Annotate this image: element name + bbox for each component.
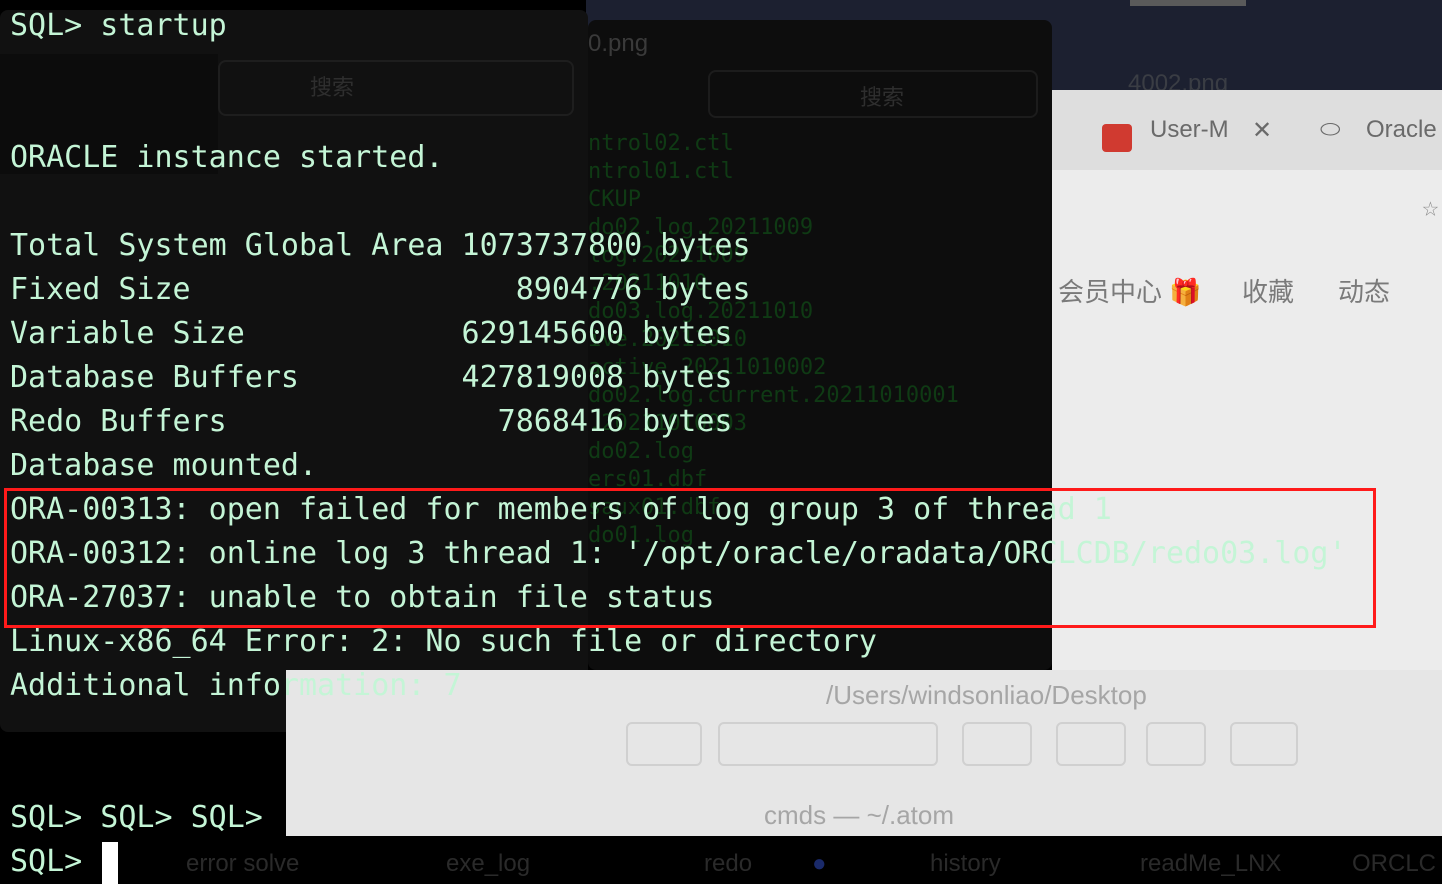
sga-redo-buffers-line: Redo Buffers 7868416 bytes [10,404,733,439]
error-highlight-box [4,488,1376,628]
text-cursor [102,842,118,884]
sga-database-buffers-line: Database Buffers 427819008 bytes [10,360,733,395]
linux-error-line: Linux-x86_64 Error: 2: No such file or d… [10,624,877,659]
sql-startup-command: SQL> startup [10,8,227,43]
instance-started-message: ORACLE instance started. [10,140,444,175]
sql-current-prompt[interactable]: SQL> [10,842,100,882]
terminal-output: SQL> startup ORACLE instance started. To… [0,0,1442,884]
database-mounted-message: Database mounted. [10,448,318,483]
sga-total-line: Total System Global Area 1073737800 byte… [10,228,751,263]
additional-info-line: Additional information: 7 [10,668,462,703]
sql-prompts-line: SQL> SQL> SQL> [10,800,263,835]
sga-variable-size-line: Variable Size 629145600 bytes [10,316,733,351]
sga-fixed-size-line: Fixed Size 8904776 bytes [10,272,751,307]
